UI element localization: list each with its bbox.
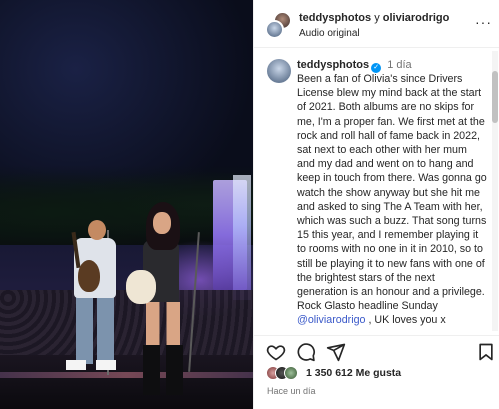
share-send-icon[interactable] — [326, 342, 346, 362]
performer-2-guitar — [126, 270, 156, 304]
caption-text-part-2: , UK loves you x — [365, 314, 446, 327]
performer-1-legs — [76, 296, 114, 364]
caption-text-part-1: Been a fan of Olivia's since Drivers Lic… — [297, 73, 487, 313]
post-side-panel: teddysphotos y oliviarodrigo Audio origi… — [253, 0, 499, 409]
post-timestamp[interactable]: Hace un día — [267, 386, 316, 396]
collab-avatars[interactable] — [265, 11, 293, 39]
caption-area[interactable]: teddysphotos ✓ 1 día Been a fan of Olivia… — [254, 49, 499, 335]
caption-time[interactable]: 1 día — [387, 59, 411, 71]
liker-avatar — [284, 366, 298, 380]
post-actions-bar — [254, 335, 499, 365]
performer-2-legs — [146, 302, 180, 350]
likes-count[interactable]: 1 350 612 Me gusta — [306, 367, 401, 379]
post-authors: teddysphotos y oliviarodrigo — [299, 12, 449, 24]
performer-1-guitar — [78, 260, 100, 292]
authors-conjunction: y — [374, 12, 380, 24]
photo-stage — [0, 355, 253, 409]
likes-label: Me gusta — [355, 367, 402, 379]
save-bookmark-icon[interactable] — [476, 342, 496, 362]
photo-stage-screen-edge — [233, 175, 251, 300]
performer-2-face — [153, 212, 171, 234]
author-link-2[interactable]: oliviarodrigo — [383, 12, 450, 24]
caption-header: teddysphotos ✓ 1 día — [297, 59, 412, 73]
audio-link[interactable]: Audio original — [299, 28, 360, 39]
avatar-author[interactable] — [265, 20, 284, 39]
post-photo[interactable] — [0, 0, 253, 409]
performer-1-shoes — [66, 360, 116, 370]
caption-text: Been a fan of Olivia's since Drivers Lic… — [297, 72, 487, 328]
performer-2-boots — [143, 345, 183, 395]
caption-scrollbar[interactable] — [492, 51, 498, 331]
like-heart-icon[interactable] — [266, 342, 286, 362]
caption-avatar[interactable] — [267, 59, 291, 83]
comment-bubble-icon[interactable] — [296, 342, 316, 362]
performer-1-head — [88, 220, 106, 240]
photo-stage-light — [0, 372, 253, 378]
caption-mention-link[interactable]: @oliviarodrigo — [297, 314, 365, 326]
caption-username[interactable]: teddysphotos — [297, 59, 369, 71]
more-options-icon[interactable]: ··· — [475, 14, 492, 30]
author-link-1[interactable]: teddysphotos — [299, 12, 371, 24]
scrollbar-thumb[interactable] — [492, 71, 498, 123]
likes-number: 1 350 612 — [306, 367, 353, 379]
post-header: teddysphotos y oliviarodrigo Audio origi… — [254, 0, 499, 48]
